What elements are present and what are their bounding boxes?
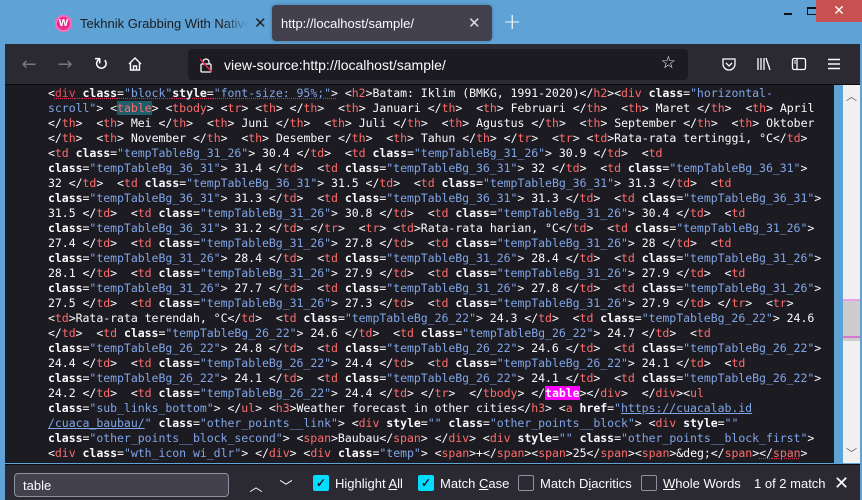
reload-button[interactable]: ↻ [89,52,113,76]
url-bar[interactable]: view-source:http://localhost/sample/ ☆ [188,49,688,80]
close-window-button[interactable]: ✕ [816,0,862,22]
menu-icon [828,58,840,70]
home-icon [128,57,142,71]
source-line: <td class="tempTableBg_31_26"> 30.4 </td… [48,146,663,160]
pocket-button[interactable] [719,54,739,74]
source-line: <div class="wth_icon wi_dlr"> </div> <di… [48,446,808,460]
chevron-down-icon: ﹀ [279,478,293,494]
tab-tekhnik-grabbing[interactable]: W Tekhnik Grabbing With Native P ✕ [44,5,270,41]
navigation-toolbar: ← → ↻ view-source:http://localhost/sampl… [5,44,862,85]
whole-words-label: Whole Words [663,475,741,491]
source-line: class="tempTableBg_36_31"> 31.3 </td> <t… [48,191,822,205]
source-line: class="tempTableBg_26_22"> 24.8 </td> <t… [48,341,822,355]
view-source-content[interactable]: <div class="block"style="font-size: 95%;… [5,85,834,463]
source-line: 32 </td> <td class="tempTableBg_36_31"> … [48,176,732,190]
browser-window: W Tekhnik Grabbing With Native P ✕ http:… [0,0,862,500]
match-case-label: Match Case [440,475,510,491]
new-tab-button[interactable]: + [503,10,521,35]
scroll-up-arrow-icon[interactable]: ︿ [843,87,860,104]
source-line: <div class="block"style="font-size: 95%;… [48,86,773,100]
source-line: class="tempTableBg_26_22"> 24.1 </td> <t… [48,371,822,385]
checkbox-checked-icon: ✓ [313,475,329,491]
match-diacritics-label: Match Diacritics [540,475,632,491]
forward-icon: → [57,53,73,75]
forward-button[interactable]: → [53,52,77,76]
close-icon: ✕ [833,3,845,19]
source-line: class="tempTableBg_31_26"> 28.4 </td> <t… [48,251,822,265]
bookmark-star-icon[interactable]: ☆ [661,53,676,73]
source-line: </th> <th> November </th> <th> Desember … [48,131,808,145]
match-count-status: 1 of 2 match [754,476,826,491]
checkbox-unchecked-icon [641,475,657,491]
tab-title: http://localhost/sample/ [281,15,414,31]
highlight-all-label: Highlight All [335,475,403,491]
source-line: scroll"> <table> <tbody> <tr> <th> </th>… [48,101,815,115]
vertical-scrollbar[interactable]: ︿ ﹀ [843,85,860,463]
find-previous-button[interactable]: ︿ [246,475,266,495]
tab-title: Tekhnik Grabbing With Native P [80,15,248,31]
source-line: 24.2 </td> <td class="tempTableBg_26_22"… [48,386,704,400]
scrollbar-thumb[interactable] [843,301,860,341]
source-line: 28.1 </td> <td class="tempTableBg_31_26"… [48,266,746,280]
match-case-checkbox[interactable]: ✓ Match Case [418,475,509,491]
source-link[interactable]: /cuaca_baubau/ [48,416,145,430]
url-text[interactable]: view-source:http://localhost/sample/ [224,57,446,73]
source-line: </td> <td class="tempTableBg_26_22"> 24.… [48,326,711,340]
home-button[interactable] [123,52,147,76]
match-diacritics-checkbox[interactable]: Match Diacritics [518,475,632,491]
tab-localhost-sample[interactable]: http://localhost/sample/ ✕ [272,5,492,41]
source-line: 31.5 </td> <td class="tempTableBg_31_26"… [48,206,746,220]
library-icon [757,57,771,71]
highlight-all-checkbox[interactable]: ✓ Highlight All [313,475,403,491]
tab-close-icon[interactable]: ✕ [254,14,267,32]
source-line: class="tempTableBg_36_31"> 31.4 </td> <t… [48,161,808,175]
source-line: 27.4 </td> <td class="tempTableBg_31_26"… [48,236,732,250]
tab-strip: W Tekhnik Grabbing With Native P ✕ http:… [0,0,862,44]
back-button[interactable]: ← [17,52,41,76]
insecure-lock-icon[interactable] [198,57,214,73]
find-bar-close-icon[interactable]: ✕ [834,473,849,494]
source-link[interactable]: https://cuacalab.id [621,401,752,415]
scroll-down-arrow-icon[interactable]: ﹀ [843,444,860,461]
source-code: <div class="block"style="font-size: 95%;… [48,86,821,461]
find-input[interactable] [14,473,229,497]
source-line: </th> <th> Mei </th> <th> Juni </th> <th… [48,116,815,130]
checkbox-checked-icon: ✓ [418,475,434,491]
maximize-icon [806,7,817,15]
find-current-match: table [545,386,580,400]
find-match-marker [843,336,860,338]
pocket-icon [722,58,736,71]
menu-button[interactable] [824,54,844,74]
source-line: 24.4 </td> <td class="tempTableBg_26_22"… [48,356,746,370]
find-bar: ︿ ﹀ ✓ Highlight All ✓ Match Case Match D… [5,464,860,500]
source-line: 27.5 </td> <td class="tempTableBg_31_26"… [48,296,794,310]
source-line: class="other_points__block_second"> <spa… [48,431,815,445]
back-icon: ← [21,53,37,75]
sidebar-icon [791,57,807,71]
whole-words-checkbox[interactable]: Whole Words [641,475,741,491]
tab-close-icon[interactable]: ✕ [468,14,481,32]
source-line: <td>Rata-rata terendah, °C</td> <td clas… [48,311,815,325]
library-button[interactable] [754,54,774,74]
reload-icon: ↻ [93,53,109,75]
source-line: class="sub_links_bottom"> </ul> <h3>Weat… [48,401,753,415]
sidebar-button[interactable] [789,54,809,74]
find-next-button[interactable]: ﹀ [276,475,296,495]
source-line: /cuaca_baubau/" class="other_points__lin… [48,416,739,430]
source-line: class="tempTableBg_31_26"> 27.7 </td> <t… [48,281,822,295]
wampserver-w-icon: W [55,14,72,32]
find-highlight: table [117,101,152,115]
chevron-up-icon: ︿ [249,478,263,494]
checkbox-unchecked-icon [518,475,534,491]
source-line: class="tempTableBg_36_31"> 31.2 </td> </… [48,221,815,235]
